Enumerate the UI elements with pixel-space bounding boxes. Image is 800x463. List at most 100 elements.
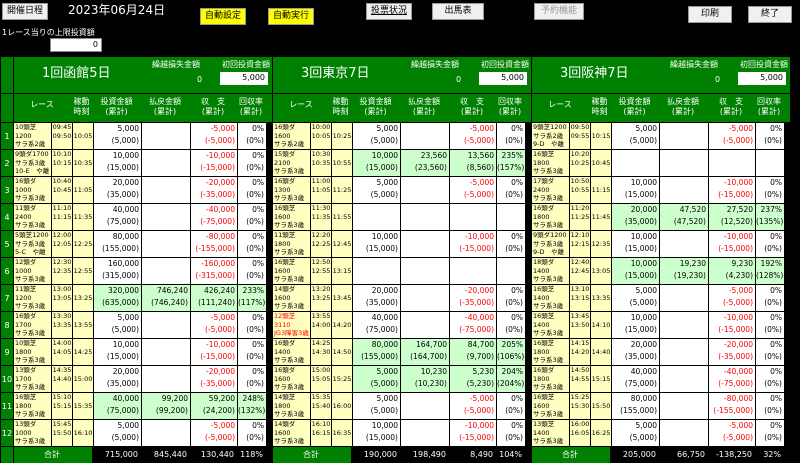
schedule-button[interactable]: 開催日程 [2, 3, 48, 20]
race-info[interactable]: 16頭ダ1600サラ系2歳16-E や離 [273, 123, 310, 149]
race-info[interactable]: 16頭芝1400サラ系3歳上16-D や離 [532, 312, 569, 338]
race-row[interactable]: 16頭芝1800サラ系3歳上16-B や離15:1015:1515:3540,0… [14, 393, 272, 419]
race-row[interactable]: 13頭ダ1700サラ系3歳上13-C や離14:3514:4015:0020,0… [14, 366, 272, 392]
race-info[interactable]: 16頭芝1800サラ系3歳16-D 離離 [532, 150, 569, 176]
race-row[interactable]: 13頭芝1400サラ系3歳上13-B や離16:0016:0516:255,00… [532, 420, 790, 446]
race-row[interactable]: 14頭芝1800サラ系3歳上14-B や離15:3515:4016:005,00… [273, 393, 531, 419]
race-row[interactable]: 16頭ダ1600サラ系3歳上16-C や離15:0015:0515:255,00… [273, 366, 531, 392]
race-info[interactable]: 16頭ダ1300サラ系3歳16-C や離 [273, 177, 310, 203]
race-row[interactable]: 12頭芝3110JG3障害3歳上12-D 標準13:5514:0014:2040… [273, 312, 531, 338]
race-row[interactable]: 11頭芝1800サラ系3歳11-D 標準12:2012:2512:4510,00… [273, 231, 531, 257]
race-info[interactable]: 12頭芝3110JG3障害3歳上12-D 標準 [273, 312, 310, 338]
race-row[interactable]: 18頭ダ1400サラ系3歳18-B や離12:4012:4513:0510,00… [532, 258, 790, 284]
race-row[interactable]: 9頭芝1200 サラ系2歳 9-D や離 09:50 09:55 10:15 5,000 (5… [532, 123, 790, 149]
vote-status-button[interactable]: 投票状況 [366, 3, 412, 20]
race-time-end: 15:25 [332, 366, 352, 392]
post-time: 15:10 [52, 393, 72, 401]
race-row[interactable]: 5頭芝1200 サラ系3歳 5-C や離 12:00 12:05 12:25 80,000(… [14, 231, 272, 257]
auto-run-button[interactable]: 自動実行 [268, 8, 314, 25]
race-info[interactable]: 16頭ダ1800サラ系3歳16-B や離 [532, 204, 569, 230]
race-info[interactable]: 14頭芝1800サラ系3歳上14-B や離 [273, 393, 310, 419]
race-row[interactable]: 16頭ダ1400サラ系3歳上16-E や離14:2514:3014:5080,0… [273, 339, 531, 365]
race-info[interactable]: 11頭芝1800サラ系3歳11-D 標準 [273, 231, 310, 257]
race-info[interactable]: 16頭芝1600サラ系3歳上16-A や離 [532, 393, 569, 419]
balance-cell-value: 59,200 [208, 394, 235, 403]
race-info[interactable]: 14頭ダ1600サラ系3歳上14-A や離 [273, 285, 310, 311]
race-info[interactable]: 18頭ダ1400サラ系3歳18-B や離 [532, 258, 569, 284]
race-row[interactable]: 16頭ダ1800サラ系3歳16-B や離11:2011:2511:4520,00… [532, 204, 790, 230]
race-info[interactable]: 16頭ダ1400サラ系3歳上16-E や離 [273, 339, 310, 365]
race-info-line: 5頭芝1200 [15, 231, 49, 239]
race-row[interactable]: 16頭芝1600サラ系3歳16-D 離離12:5012:5513:15 [273, 258, 531, 284]
race-row[interactable]: 11頭芝1200サラ系3歳上11-C や離13:0013:0513:25320,… [14, 285, 272, 311]
race-row[interactable]: 16頭ダ1800サラ系3歳上16-A や離14:5014:5515:1540,0… [532, 366, 790, 392]
first-invest-input[interactable]: 5,000 [738, 72, 786, 85]
race-row[interactable]: 16頭ダ1700サラ系3歳上16-E や離13:3013:3513:555,00… [14, 312, 272, 338]
race-info[interactable]: 16頭芝1600サラ系3歳16-E 離離 [273, 204, 310, 230]
race-info[interactable]: 12頭ダ1000サラ系3歳12-C や離 [14, 258, 51, 284]
exit-button[interactable]: 終了 [748, 6, 792, 23]
race-info[interactable]: 16頭ダ1600サラ系3歳上16-C や離 [273, 366, 310, 392]
invest-cell-value: 5,000 [635, 124, 657, 133]
auto-set-button[interactable]: 自動設定 [200, 8, 246, 25]
race-row[interactable]: 17頭ダ2400サラ系3歳17-D や離10:5010:5511:1510,00… [532, 177, 790, 203]
entries-button[interactable]: 出馬表 [432, 3, 484, 20]
race-info[interactable]: 13頭ダ1700サラ系3歳上13-C や離 [14, 366, 51, 392]
limit-input[interactable]: 0 [50, 38, 102, 52]
race-info[interactable]: 16頭芝1600サラ系3歳16-D 離離 [273, 258, 310, 284]
balance-cell-value: -5,000 [469, 124, 494, 133]
race-info[interactable]: 15頭ダ2100サラ系3歳15-E や離 [273, 150, 310, 176]
race-info[interactable]: 16頭芝1800サラ系3歳上16-B や離 [14, 393, 51, 419]
race-row[interactable]: 10頭芝1800サラ系3歳上10-E や離14:0014:0514:2510,0… [14, 339, 272, 365]
race-row[interactable]: 16頭ダ1300サラ系3歳16-C や離11:0011:0511:255,000… [273, 177, 531, 203]
race-info[interactable]: 5頭芝1200 サラ系3歳 5-C や離 [14, 231, 51, 257]
race-row[interactable]: 10頭芝1200サラ系2歳10-E や離09:4509:5010:055,000… [14, 123, 272, 149]
rate-col-header: 回収率 (累計) [755, 94, 783, 122]
race-row[interactable]: 13頭ダ1000サラ系3歳上13-C や離15:4515:5016:105,00… [14, 420, 272, 446]
invest-cell-value: 80,000 [630, 394, 657, 403]
race-info[interactable]: 9頭ダ1700 サラ系3歳 10-E や離 [14, 150, 51, 176]
race-row[interactable]: 16頭芝1600サラ系3歳16-E 離離11:3011:3511:55 [273, 204, 531, 230]
race-time: 16:00 16:05 [570, 420, 590, 446]
race-info[interactable]: 9頭ダ1200 サラ系3歳 9-D や離 [532, 231, 569, 257]
race-row[interactable]: 16頭芝1800サラ系3歳上16-B や離14:1514:2014:4020,0… [532, 339, 790, 365]
race-row[interactable]: 16頭芝1400サラ系3歳上16-E や離13:1013:1513:355,00… [532, 285, 790, 311]
race-row[interactable]: 16頭芝1600サラ系3歳上16-A や離15:2515:3015:5080,0… [532, 393, 790, 419]
race-time: 14:15 14:20 [570, 339, 590, 365]
race-info[interactable]: 13頭芝1400サラ系3歳上13-B や離 [532, 420, 569, 446]
post-time: 10:55 [570, 185, 590, 194]
race-row[interactable]: 9頭ダ1200 サラ系3歳 9-D や離 12:10 12:15 12:35 10,000(… [532, 231, 790, 257]
race-info[interactable]: 9頭芝1200 サラ系2歳 9-D や離 [532, 123, 569, 149]
reserve-button[interactable]: 予約機能 [534, 3, 584, 20]
race-info[interactable]: 16頭芝1800サラ系3歳上16-B や離 [532, 339, 569, 365]
race-info[interactable]: 16頭ダ1000サラ系3歳16-E や離 [14, 177, 51, 203]
corner-cell [1, 94, 13, 122]
race-row[interactable]: 14頭ダ1600サラ系3歳上14-C や離16:1016:1516:3510,0… [273, 420, 531, 446]
race-row[interactable]: 14頭ダ1600サラ系3歳上14-A や離13:2013:2513:4520,0… [273, 285, 531, 311]
race-info[interactable]: 11頭ダ2400サラ系3歳11-B 標準 [14, 204, 51, 230]
invest-cell-cumulative: (5,000) [370, 190, 398, 199]
race-info[interactable]: 11頭芝1200サラ系3歳上11-C や離 [14, 285, 51, 311]
race-info[interactable]: 14頭ダ1600サラ系3歳上14-C や離 [273, 420, 310, 446]
race-info[interactable]: 10頭芝1800サラ系3歳上10-E や離 [14, 339, 51, 365]
race-info[interactable]: 13頭ダ1000サラ系3歳上13-C や離 [14, 420, 51, 446]
race-row[interactable]: 9頭ダ1700 サラ系3歳 10-E や離 10:10 10:15 10:35 10,000… [14, 150, 272, 176]
race-row[interactable]: 12頭ダ1000サラ系3歳12-C や離12:3012:3512:55160,0… [14, 258, 272, 284]
payout-cell: 164,700 (164,700) [401, 339, 449, 365]
race-info[interactable]: 16頭ダ1700サラ系3歳上16-E や離 [14, 312, 51, 338]
race-row[interactable]: 16頭ダ1000サラ系3歳16-E や離10:4010:4511:0520,00… [14, 177, 272, 203]
race-row[interactable]: 11頭ダ2400サラ系3歳11-B 標準11:1011:1511:3540,00… [14, 204, 272, 230]
print-button[interactable]: 印刷 [688, 6, 732, 23]
balance-cell-cumulative: (-5,000) [463, 190, 494, 199]
race-info[interactable]: 10頭芝1200サラ系2歳10-E や離 [14, 123, 51, 149]
race-row[interactable]: 16頭芝1800サラ系3歳16-D 離離10:2010:2510:45 [532, 150, 790, 176]
payout-cell-cumulative: (23,560) [414, 163, 447, 172]
first-invest-input[interactable]: 5,000 [479, 72, 527, 85]
race-row[interactable]: 16頭芝1400サラ系3歳上16-D や離13:4513:5014:1010,0… [532, 312, 790, 338]
race-info[interactable]: 17頭ダ2400サラ系3歳17-D や離 [532, 177, 569, 203]
first-invest-input[interactable]: 5,000 [220, 72, 268, 85]
race-row[interactable]: 15頭ダ2100サラ系3歳15-E や離10:3010:3510:5510,00… [273, 150, 531, 176]
race-info[interactable]: 16頭ダ1800サラ系3歳上16-A や離 [532, 366, 569, 392]
race-row[interactable]: 16頭ダ1600サラ系2歳16-E や離10:0010:0510:255,000… [273, 123, 531, 149]
race-info[interactable]: 16頭芝1400サラ系3歳上16-E や離 [532, 285, 569, 311]
